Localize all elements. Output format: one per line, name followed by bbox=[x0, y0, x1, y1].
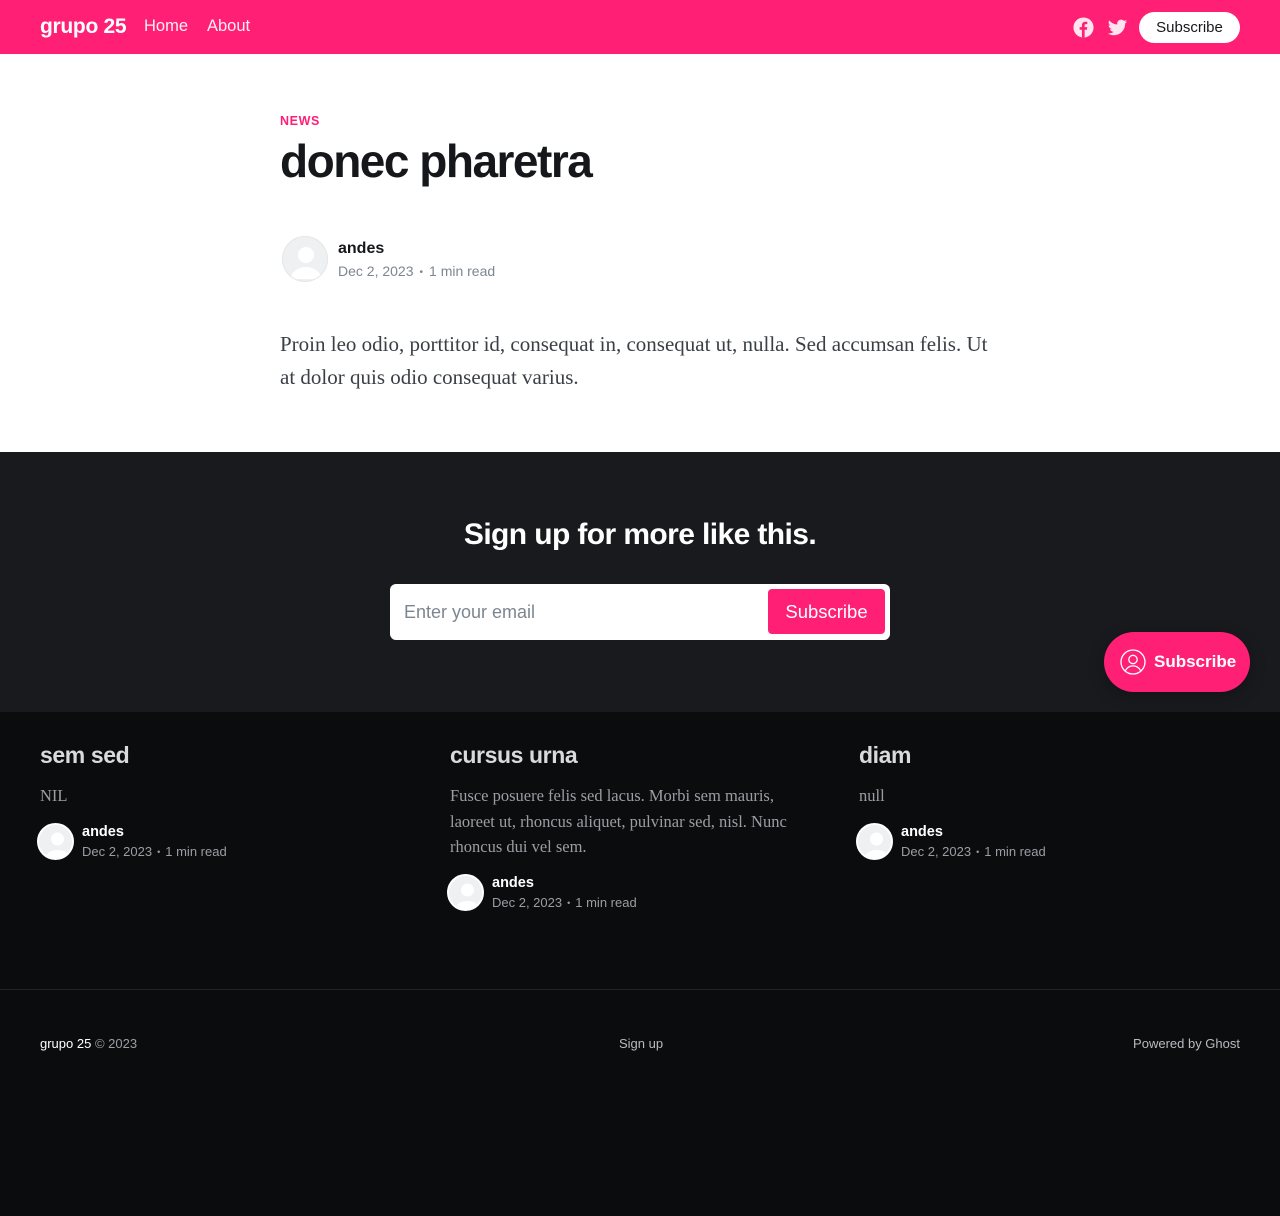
related-post-meta: Dec 2, 2023 • 1 min read bbox=[901, 844, 1046, 859]
nav-about[interactable]: About bbox=[207, 17, 250, 36]
article-title: donec pharetra bbox=[280, 135, 593, 187]
article-meta: Dec 2, 2023 • 1 min read bbox=[338, 263, 495, 279]
related-author-name[interactable]: andes bbox=[82, 824, 124, 840]
related-post-title[interactable]: diam bbox=[859, 742, 1240, 769]
avatar[interactable] bbox=[856, 822, 893, 860]
meta-separator: • bbox=[157, 846, 161, 857]
signup-subscribe-button[interactable]: Subscribe bbox=[768, 589, 885, 634]
related-post-author: andes Dec 2, 2023 • 1 min read bbox=[856, 822, 1240, 863]
footer-copyright-year: © 2023 bbox=[94, 1036, 138, 1051]
header-subscribe-button[interactable]: Subscribe bbox=[1139, 12, 1240, 43]
related-post-card[interactable]: cursus urna Fusce posuere felis sed lacu… bbox=[447, 742, 820, 914]
footer-signup-link[interactable]: Sign up bbox=[619, 1036, 663, 1051]
avatar-placeholder-icon bbox=[863, 832, 890, 858]
related-post-date: Dec 2, 2023 bbox=[901, 843, 972, 859]
facebook-icon[interactable] bbox=[1073, 17, 1094, 38]
article: NEWS donec pharetra andes Dec 2, 2023 • 1 … bbox=[0, 54, 1280, 452]
author-avatar[interactable] bbox=[282, 236, 328, 282]
signup-form: Subscribe bbox=[390, 584, 890, 640]
related-post-title[interactable]: sem sed bbox=[40, 742, 410, 769]
twitter-icon[interactable] bbox=[1107, 17, 1128, 38]
avatar[interactable] bbox=[37, 822, 74, 860]
related-post-read-time: 1 min read bbox=[984, 843, 1046, 859]
related-post-read-time: 1 min read bbox=[165, 843, 227, 859]
footer-copyright: grupo 25 © 2023 bbox=[40, 1036, 137, 1051]
related-post-title[interactable]: cursus urna bbox=[450, 742, 820, 769]
related-post-date: Dec 2, 2023 bbox=[492, 894, 563, 910]
related-post-card[interactable]: sem sed NIL andes Dec 2, 2023 • 1 min read bbox=[37, 742, 410, 863]
article-date: Dec 2, 2023 bbox=[338, 263, 414, 279]
related-post-author: andes Dec 2, 2023 • 1 min read bbox=[37, 822, 410, 863]
meta-separator: • bbox=[567, 897, 571, 908]
user-circle-icon bbox=[1120, 649, 1146, 675]
avatar[interactable] bbox=[447, 873, 484, 911]
related-post-excerpt: null bbox=[859, 786, 885, 805]
article-body: Proin leo odio, porttitor id, consequat … bbox=[280, 332, 988, 389]
related-post-card[interactable]: diam null andes Dec 2, 2023 • 1 min read bbox=[856, 742, 1240, 863]
related-author-name[interactable]: andes bbox=[492, 875, 534, 891]
floating-subscribe-button[interactable]: Subscribe bbox=[1104, 632, 1250, 692]
site-logo[interactable]: grupo 25 bbox=[40, 15, 127, 39]
related-post-meta: Dec 2, 2023 • 1 min read bbox=[82, 844, 227, 859]
related-post-excerpt: NIL bbox=[40, 786, 68, 805]
related-post-excerpt: Fusce posuere felis sed lacus. Morbi sem… bbox=[450, 786, 787, 856]
email-input[interactable] bbox=[404, 594, 754, 630]
related-post-read-time: 1 min read bbox=[575, 894, 637, 910]
related-post-meta: Dec 2, 2023 • 1 min read bbox=[492, 895, 637, 910]
avatar-placeholder-icon bbox=[44, 832, 71, 858]
avatar-placeholder-icon bbox=[454, 883, 481, 909]
related-post-author: andes Dec 2, 2023 • 1 min read bbox=[447, 873, 820, 914]
footer-site-name[interactable]: grupo 25 bbox=[40, 1036, 91, 1051]
signup-section: Sign up for more like this. Subscribe bbox=[0, 452, 1280, 712]
related-post-date: Dec 2, 2023 bbox=[82, 843, 153, 859]
nav-home[interactable]: Home bbox=[144, 17, 188, 36]
author-name[interactable]: andes bbox=[338, 240, 384, 258]
footer-powered-by-link[interactable]: Powered by Ghost bbox=[1133, 1036, 1240, 1051]
meta-separator: • bbox=[419, 267, 424, 278]
footer-divider bbox=[0, 989, 1280, 990]
article-tag[interactable]: NEWS bbox=[280, 114, 320, 128]
site-header: grupo 25 Home About Subscribe bbox=[0, 0, 1280, 54]
meta-separator: • bbox=[976, 846, 980, 857]
avatar-placeholder-icon bbox=[290, 247, 322, 279]
signup-title: Sign up for more like this. bbox=[463, 518, 817, 551]
related-author-name[interactable]: andes bbox=[901, 824, 943, 840]
floating-subscribe-label: Subscribe bbox=[1154, 652, 1237, 671]
article-read-time: 1 min read bbox=[429, 263, 496, 279]
